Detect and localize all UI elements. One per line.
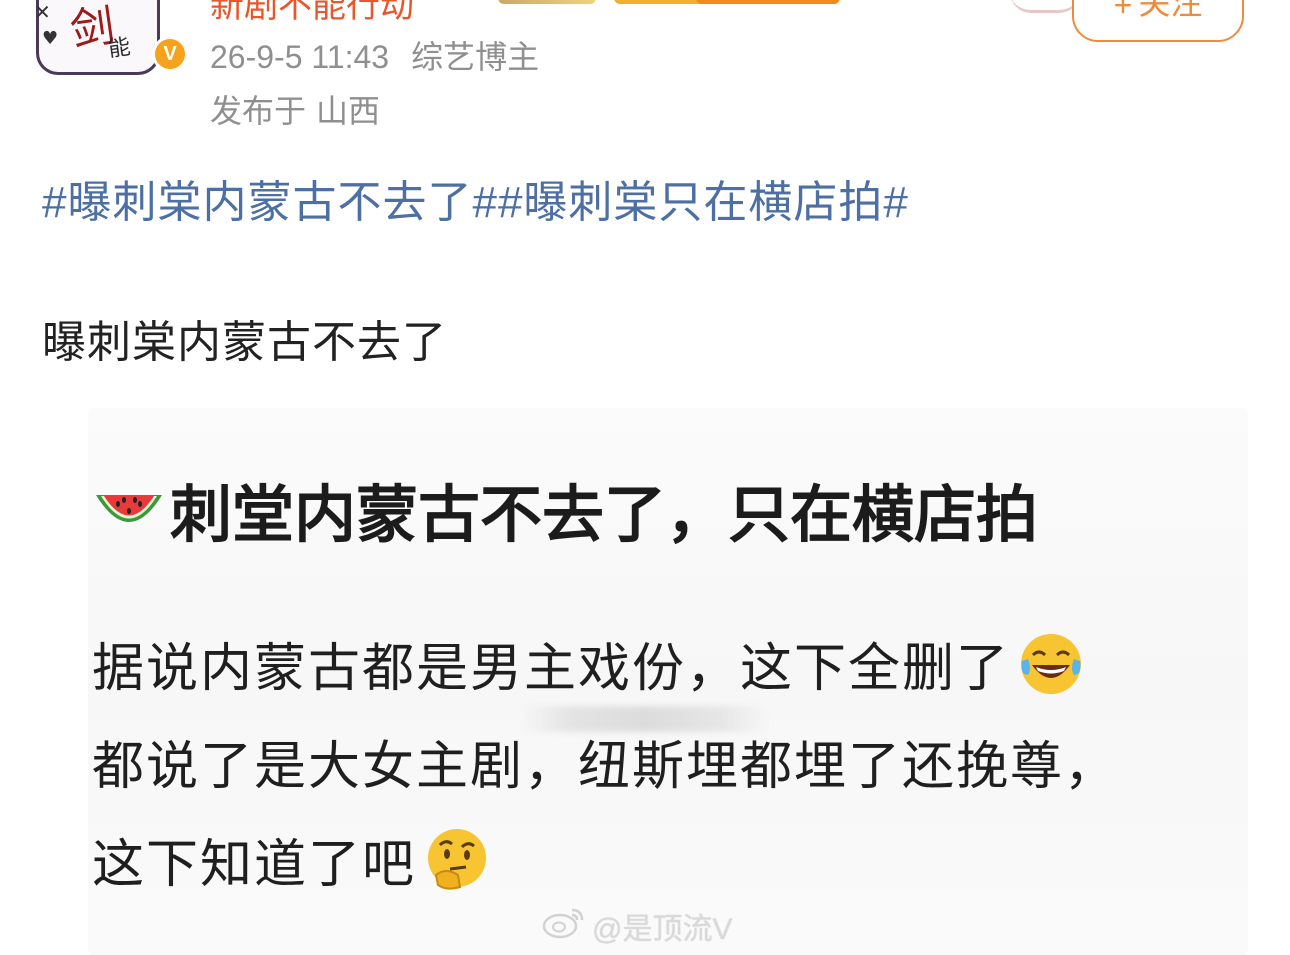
cross-icon: ✕ [34,0,51,24]
image-line-2-text: 都说了是大女主剧，纽斯埋都埋了还挽尊， [92,738,1119,796]
post-text: 曝刺棠内蒙古不去了 [42,318,447,367]
image-title: 刺堂内蒙古不去了，只在横店拍 [92,464,1038,554]
weibo-logo-icon [542,904,592,948]
level-badge-icon [498,0,596,4]
avatar[interactable]: ✕ ♥ 剑 能 V [30,0,188,82]
watermark-text: @是顶流V [592,913,733,946]
laughing-tears-icon [1018,631,1084,697]
watermelon-icon [92,483,166,535]
member-badge-icon [614,0,706,4]
verified-badge-icon: V [152,36,188,72]
image-line-3-text: 这下知道了吧 [92,836,417,894]
heart-icon: ♥ [42,28,59,49]
post-location: 发布于 山西 [210,86,380,132]
weibo-post-page: ✕ ♥ 剑 能 V 新剧不能行动 26-9-5 11:43 综艺博主 发布于 山西 … [0,0,1290,955]
thinking-face-icon [424,827,490,893]
image-line-1: 据说内蒙古都是男主戏份，这下全删了 [92,626,1084,701]
plus-icon: + [1113,0,1133,23]
fan-badge-icon [696,0,840,4]
username[interactable]: 新剧不能行动 [210,0,414,27]
post-meta: 26-9-5 11:43 综艺博主 [210,32,539,78]
post-timestamp: 26-9-5 11:43 [210,39,390,75]
image-line-3: 这下知道了吧 [92,822,490,897]
follow-button[interactable]: + 关注 [1072,0,1244,42]
location-prefix: 发布于 [210,93,307,129]
follow-label: 关注 [1138,0,1203,21]
avatar-calligraphy-small: 能 [106,34,132,63]
image-line-2: 都说了是大女主剧，纽斯埋都埋了还挽尊， [92,724,1118,799]
image-title-text: 刺堂内蒙古不去了，只在横店拍 [170,481,1039,550]
location-value: 山西 [316,93,381,129]
topic-hashtags[interactable]: #曝刺棠内蒙古不去了##曝刺棠只在横店拍# [42,166,909,230]
watermark: @是顶流V [542,904,732,948]
decorative-curve [1010,0,1080,13]
user-tag: 综艺博主 [411,39,540,75]
image-line-1-text: 据说内蒙古都是男主戏份，这下全删了 [92,640,1011,698]
